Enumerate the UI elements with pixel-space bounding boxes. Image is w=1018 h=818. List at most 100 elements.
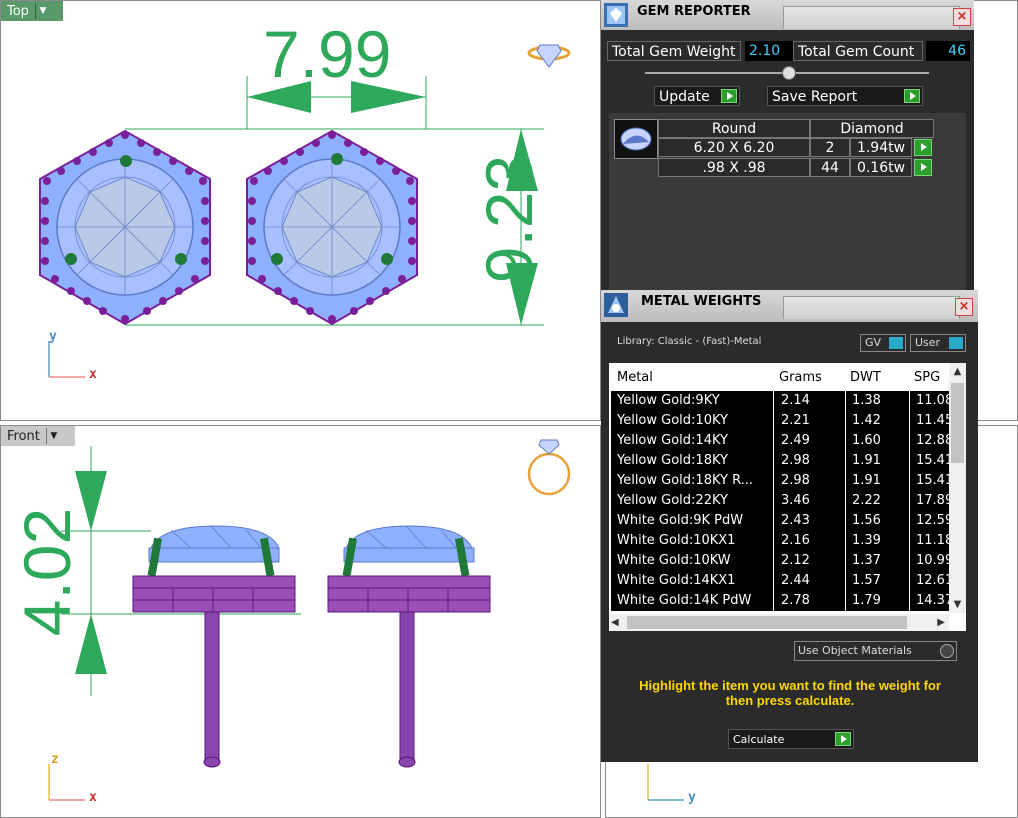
metal-cell: White Gold:14KX1 bbox=[617, 573, 736, 588]
table-row[interactable]: White Gold:9K PdW 2.43 1.56 12.59 bbox=[611, 511, 949, 531]
grams-cell: 2.98 bbox=[781, 453, 810, 468]
column-divider bbox=[845, 491, 846, 511]
calculate-button[interactable]: Calculate bbox=[728, 729, 854, 749]
use-object-materials-checkbox[interactable]: Use Object Materials bbox=[794, 641, 957, 661]
column-divider bbox=[845, 471, 846, 491]
column-divider bbox=[773, 591, 774, 611]
axis-x-label: x bbox=[89, 790, 97, 805]
axis-y-label: y bbox=[49, 329, 57, 344]
column-divider bbox=[909, 531, 910, 551]
table-row[interactable]: White Gold:14KX1 2.44 1.57 12.61 bbox=[611, 571, 949, 591]
table-row[interactable]: Yellow Gold:22KY 3.46 2.22 17.89 bbox=[611, 491, 949, 511]
horizontal-scrollbar[interactable]: ◀ ▶ bbox=[609, 614, 949, 631]
column-divider bbox=[909, 391, 910, 411]
gem-reporter-titlebar[interactable]: GEM REPORTER × bbox=[601, 0, 974, 30]
gem-right bbox=[246, 129, 418, 326]
column-divider bbox=[845, 451, 846, 471]
spg-cell: 11.18 bbox=[916, 533, 949, 548]
dwt-cell: 1.91 bbox=[852, 453, 881, 468]
grams-cell: 2.49 bbox=[781, 433, 810, 448]
table-row[interactable]: Yellow Gold:10KY 2.21 1.42 11.45 bbox=[611, 411, 949, 431]
gem-row-weight: 1.94tw bbox=[850, 138, 912, 157]
axis-y-label: y bbox=[688, 790, 696, 805]
total-gem-weight-value: 2.10 bbox=[745, 41, 793, 61]
table-row[interactable]: Yellow Gold:9KY 2.14 1.38 11.08 bbox=[611, 391, 949, 411]
axis-x-label: x bbox=[89, 367, 97, 382]
column-divider bbox=[773, 411, 774, 431]
scroll-left-icon[interactable]: ◀ bbox=[611, 614, 619, 631]
ring-icon bbox=[527, 44, 571, 68]
spg-cell: 15.41 bbox=[916, 473, 949, 488]
table-row[interactable]: Yellow Gold:18KY 2.98 1.91 15.41 bbox=[611, 451, 949, 471]
earring-left bbox=[132, 525, 296, 768]
metal-weights-titlebar[interactable]: METAL WEIGHTS × bbox=[601, 290, 978, 322]
column-header-spg[interactable]: SPG bbox=[914, 370, 940, 385]
column-header-grams[interactable]: Grams bbox=[779, 370, 822, 385]
report-slider[interactable] bbox=[645, 66, 929, 80]
slider-handle[interactable] bbox=[782, 66, 796, 80]
column-header-metal[interactable]: Metal bbox=[617, 370, 653, 385]
column-header-dwt[interactable]: DWT bbox=[850, 370, 881, 385]
gem-row-weight: 0.16tw bbox=[850, 158, 912, 177]
front-viewport[interactable]: Front ▼ 4.02 z x bbox=[0, 425, 601, 818]
update-button[interactable]: Update bbox=[654, 86, 740, 106]
grams-cell: 2.16 bbox=[781, 533, 810, 548]
play-arrow-icon bbox=[921, 143, 927, 151]
column-divider bbox=[773, 531, 774, 551]
dwt-cell: 1.91 bbox=[852, 473, 881, 488]
vertical-scrollbar[interactable]: ▲ ▼ bbox=[949, 363, 966, 613]
gem-left bbox=[39, 129, 211, 326]
gem-row-select-button[interactable] bbox=[914, 159, 932, 176]
top-viewport[interactable]: Top ▼ 7.99 9.23 y x bbox=[0, 0, 601, 421]
column-divider bbox=[909, 571, 910, 591]
table-row[interactable]: White Gold:14K PdW 2.78 1.79 14.37 bbox=[611, 591, 949, 611]
play-arrow-icon bbox=[904, 89, 920, 103]
panel-title: METAL WEIGHTS bbox=[641, 294, 762, 309]
dwt-cell: 1.37 bbox=[852, 553, 881, 568]
use-object-materials-label: Use Object Materials bbox=[798, 644, 912, 657]
gem-row-size[interactable]: 6.20 X 6.20 bbox=[658, 138, 810, 157]
user-toggle[interactable]: User bbox=[910, 334, 966, 352]
close-button[interactable]: × bbox=[953, 8, 971, 26]
metal-table-header: Metal Grams DWT SPG bbox=[609, 363, 949, 391]
gv-label: GV bbox=[865, 336, 882, 349]
user-label: User bbox=[915, 336, 941, 349]
spg-cell: 17.89 bbox=[916, 493, 949, 508]
save-report-button[interactable]: Save Report bbox=[767, 86, 923, 106]
table-row[interactable]: Yellow Gold:18KY R... 2.98 1.91 15.41 bbox=[611, 471, 949, 491]
gv-toggle[interactable]: GV bbox=[860, 334, 906, 352]
spg-cell: 15.41 bbox=[916, 453, 949, 468]
dimension-width-label: 7.99 bbox=[263, 17, 392, 91]
table-row[interactable]: White Gold:10KX1 2.16 1.39 11.18 bbox=[611, 531, 949, 551]
column-divider bbox=[909, 551, 910, 571]
column-divider bbox=[909, 491, 910, 511]
scroll-thumb[interactable] bbox=[951, 383, 964, 463]
column-divider bbox=[773, 431, 774, 451]
column-divider bbox=[845, 531, 846, 551]
grams-cell: 2.44 bbox=[781, 573, 810, 588]
axis-gizmo-top bbox=[48, 341, 85, 378]
table-row[interactable]: Yellow Gold:14KY 2.49 1.60 12.88 bbox=[611, 431, 949, 451]
play-arrow-icon bbox=[921, 163, 927, 171]
column-divider bbox=[845, 411, 846, 431]
scroll-thumb[interactable] bbox=[627, 616, 907, 629]
gem-row-select-button[interactable] bbox=[914, 139, 932, 156]
scroll-right-icon[interactable]: ▶ bbox=[937, 614, 945, 631]
column-divider bbox=[845, 391, 846, 411]
scroll-down-icon[interactable]: ▼ bbox=[949, 596, 966, 613]
scroll-up-icon[interactable]: ▲ bbox=[949, 363, 966, 380]
front-view-drawing bbox=[48, 439, 571, 801]
toggle-indicator-icon bbox=[949, 337, 963, 349]
spg-cell: 10.99 bbox=[916, 553, 949, 568]
table-row[interactable]: White Gold:10KW 2.12 1.37 10.99 bbox=[611, 551, 949, 571]
total-gem-weight-label: Total Gem Weight bbox=[607, 41, 741, 61]
gem-grid: Round Diamond 6.20 X 6.20 2 1.94tw .98 X… bbox=[609, 113, 966, 293]
column-divider bbox=[773, 491, 774, 511]
column-divider bbox=[845, 551, 846, 571]
metal-cell: Yellow Gold:14KY bbox=[617, 433, 728, 448]
gem-shape-icon[interactable] bbox=[614, 119, 658, 159]
close-button[interactable]: × bbox=[955, 298, 973, 316]
gem-row-size[interactable]: .98 X .98 bbox=[658, 158, 810, 177]
total-gem-count-label: Total Gem Count bbox=[793, 41, 923, 61]
metal-cell: Yellow Gold:9KY bbox=[617, 393, 720, 408]
